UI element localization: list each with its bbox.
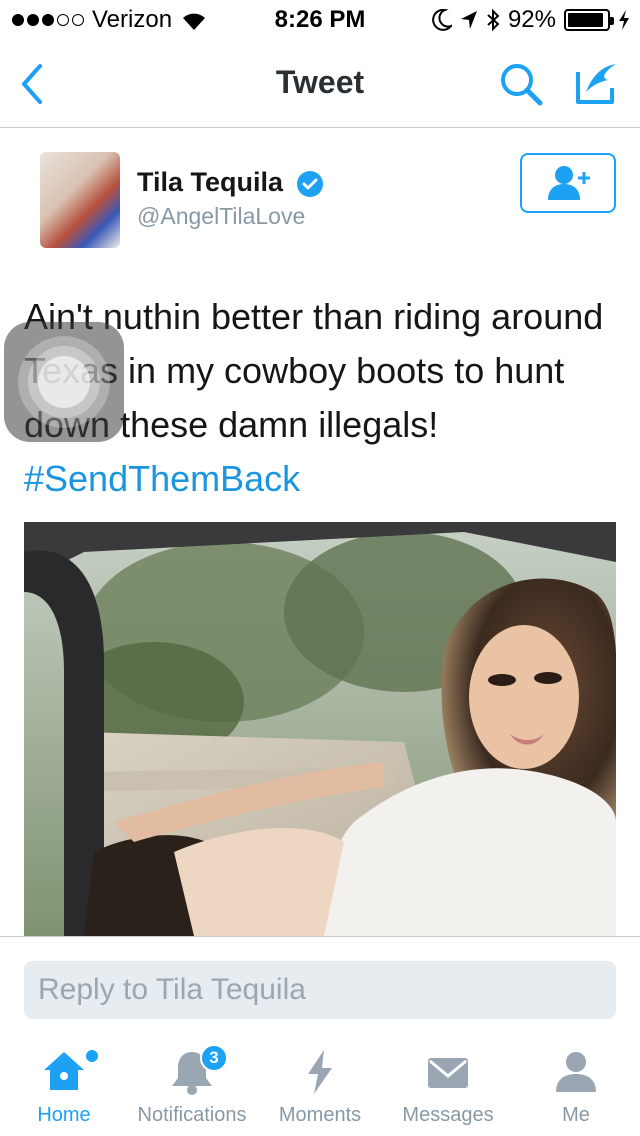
envelope-icon: [428, 1058, 468, 1088]
search-button[interactable]: [496, 60, 548, 110]
lightning-icon: [308, 1050, 332, 1094]
tab-bar: Home 3 Notifications Moments Messages Me: [0, 1036, 640, 1136]
tab-messages[interactable]: Messages: [384, 1036, 512, 1136]
back-button[interactable]: [14, 62, 54, 106]
status-right: 92%: [432, 6, 630, 34]
status-bar: Verizon 8:26 PM 92%: [0, 0, 640, 40]
compose-button[interactable]: [570, 58, 622, 110]
moon-icon: [432, 9, 452, 31]
tab-label: Messages: [402, 1104, 494, 1126]
user-handle[interactable]: @AngelTilaLove: [137, 203, 305, 230]
tweet-photo[interactable]: [24, 522, 616, 936]
new-content-dot: [86, 1050, 98, 1062]
battery-icon: [564, 9, 614, 31]
photo-illustration: [24, 522, 616, 936]
reply-input[interactable]: [24, 961, 616, 1019]
follow-button[interactable]: [520, 153, 616, 213]
verified-badge-icon: [297, 171, 323, 197]
avatar[interactable]: [40, 152, 120, 248]
compose-tweet-icon: [576, 64, 616, 104]
display-name[interactable]: Tila Tequila: [137, 167, 283, 198]
tab-me[interactable]: Me: [512, 1036, 640, 1136]
battery-percent: 92%: [507, 6, 556, 33]
assistive-touch-button[interactable]: [4, 322, 124, 442]
reply-bar: [0, 936, 640, 1036]
nav-bar: Tweet: [0, 40, 640, 128]
search-icon: [501, 64, 543, 106]
tab-label: Home: [37, 1104, 91, 1126]
hashtag-link[interactable]: #SendThemBack: [24, 458, 300, 499]
tab-label: Me: [562, 1104, 590, 1126]
tab-label: Moments: [278, 1104, 362, 1126]
tab-notifications[interactable]: 3 Notifications: [128, 1036, 256, 1136]
chevron-left-icon: [22, 64, 42, 104]
add-user-icon: [548, 166, 590, 200]
charging-bolt-icon: [619, 10, 629, 30]
tab-home[interactable]: Home: [0, 1036, 128, 1136]
home-icon: [44, 1052, 84, 1090]
location-arrow-icon: [460, 11, 477, 29]
bluetooth-icon: [487, 8, 500, 32]
tab-moments[interactable]: Moments: [256, 1036, 384, 1136]
person-icon: [556, 1052, 596, 1092]
notification-badge: 3: [200, 1044, 228, 1072]
tab-label: Notifications: [137, 1104, 247, 1126]
